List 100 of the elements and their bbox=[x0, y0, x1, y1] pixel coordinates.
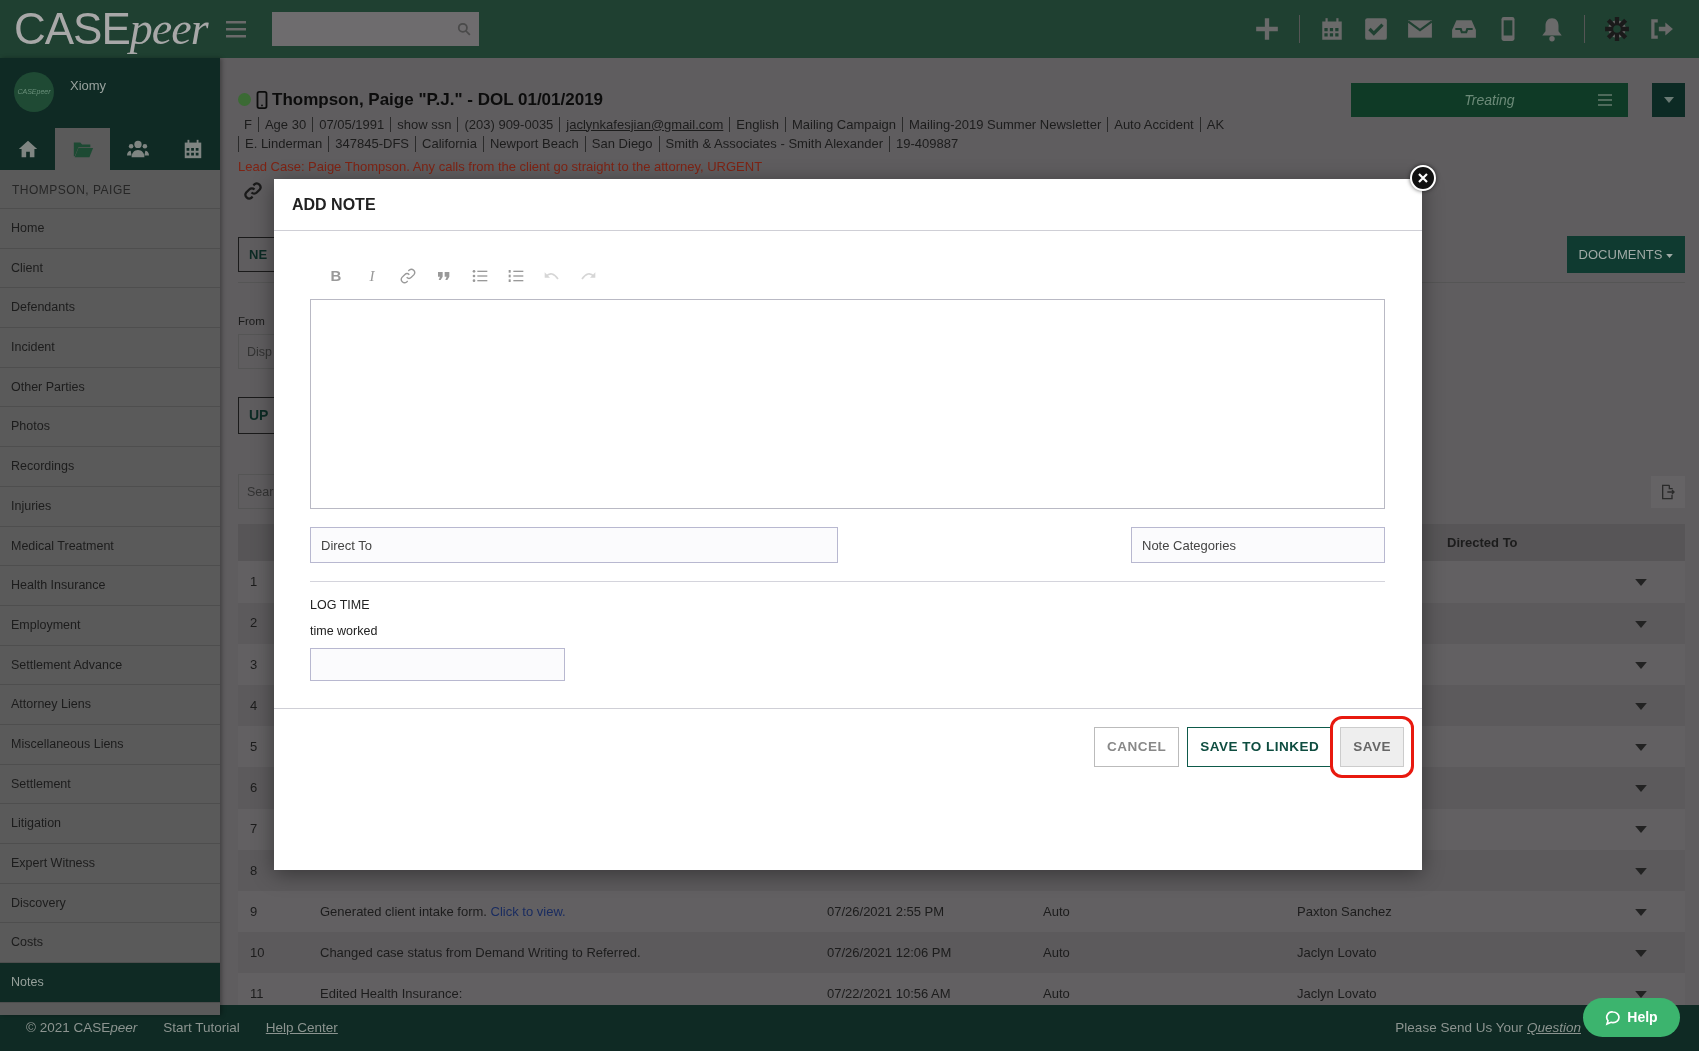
info-text: English bbox=[729, 116, 785, 133]
sidebar-item[interactable]: Employment bbox=[0, 605, 220, 646]
table-cell: Jaclyn Lovato bbox=[1297, 944, 1377, 960]
sidebar-item[interactable]: Attorney Liens bbox=[0, 685, 220, 725]
caret-icon[interactable] bbox=[1635, 744, 1647, 752]
search-field[interactable] bbox=[272, 12, 479, 46]
direct-to-field[interactable]: Direct To bbox=[310, 527, 838, 564]
row-number: 9 bbox=[249, 902, 259, 921]
numbered-list-icon bbox=[508, 268, 524, 285]
sidebar-item[interactable]: Health Insurance bbox=[0, 566, 220, 606]
row-number: 10 bbox=[249, 943, 266, 962]
row-number: 11 bbox=[249, 985, 265, 1004]
feedback-text: Please Send Us Your bbox=[1395, 1018, 1523, 1037]
caret-icon bbox=[1666, 253, 1673, 258]
redo-icon bbox=[580, 272, 596, 281]
link-icon bbox=[244, 182, 262, 201]
table-cell: 07/22/2021 10:56 AM bbox=[827, 986, 951, 1002]
bell-icon[interactable] bbox=[1539, 16, 1565, 42]
table-cell: 07/26/2021 2:55 PM bbox=[827, 903, 945, 919]
caret-icon[interactable] bbox=[1635, 908, 1647, 916]
table-cell: Changed case status from Demand Writing to Referred. bbox=[320, 944, 641, 960]
caret-icon[interactable] bbox=[1635, 826, 1647, 834]
close-button[interactable] bbox=[1410, 165, 1436, 191]
sidebar-item[interactable]: Notes bbox=[0, 963, 220, 1003]
info-text: California bbox=[415, 136, 483, 152]
case-title: Thompson, Paige "P.J." - DOL 01/01/2019 bbox=[272, 89, 604, 111]
logout-icon[interactable] bbox=[1648, 16, 1674, 42]
time-field[interactable] bbox=[310, 647, 565, 681]
view-link[interactable]: Click to view. bbox=[490, 903, 566, 919]
logo: CASEpeer bbox=[13, 6, 210, 52]
sidebar-item[interactable]: Recordings bbox=[0, 447, 220, 487]
status-button[interactable]: Treating bbox=[1351, 83, 1628, 117]
sidebar-item[interactable]: Miscellaneous Liens bbox=[0, 724, 220, 765]
sidebar-item[interactable]: Litigation bbox=[0, 804, 220, 844]
sidebar-item[interactable]: Medical Treatment bbox=[0, 526, 220, 567]
calendar-icon[interactable] bbox=[1319, 16, 1345, 42]
info-text: show ssn bbox=[390, 116, 458, 133]
info-text: 347845-DFS bbox=[328, 136, 416, 152]
info-text: Mailing-2019 Summer Newsletter bbox=[902, 116, 1108, 133]
phone-icon bbox=[256, 90, 268, 109]
bullet-list-icon bbox=[472, 268, 488, 285]
sidebar-item[interactable]: Expert Witness bbox=[0, 844, 220, 884]
sidebar-item[interactable]: Settlement Advance bbox=[0, 645, 220, 686]
sidebar-item[interactable]: Photos bbox=[0, 407, 220, 448]
info-text: San Diego bbox=[584, 136, 659, 152]
export-button[interactable] bbox=[1651, 475, 1685, 508]
info-text: F bbox=[243, 116, 253, 133]
bold-button[interactable]: B bbox=[318, 261, 354, 292]
footer-link[interactable]: Start Tutorial bbox=[163, 1017, 240, 1039]
sidebar-item[interactable]: Home bbox=[0, 209, 220, 249]
chat-icon bbox=[1605, 1009, 1622, 1026]
sidebar-item[interactable]: Incident bbox=[0, 328, 220, 368]
documents-button[interactable]: DOCUMENTS bbox=[1566, 236, 1685, 274]
feedback-link[interactable]: Question bbox=[1526, 1017, 1581, 1039]
search-icon[interactable] bbox=[457, 22, 471, 36]
cancel-button[interactable]: CANCEL bbox=[1093, 726, 1180, 767]
plus-icon[interactable] bbox=[1254, 16, 1280, 42]
sidebar-item[interactable]: Settlement bbox=[0, 764, 220, 805]
checkbox-icon[interactable] bbox=[1363, 16, 1389, 42]
user-name: Xiomy bbox=[70, 77, 107, 95]
table-cell: Auto bbox=[1043, 986, 1070, 1002]
save-button[interactable]: SAVE bbox=[1340, 726, 1404, 767]
people-icon bbox=[126, 138, 149, 160]
home-icon bbox=[16, 138, 39, 160]
caret-icon[interactable] bbox=[1635, 579, 1647, 587]
table-cell-text: Generated client intake form. bbox=[320, 903, 488, 919]
table-cell: Auto bbox=[1043, 903, 1070, 919]
info-text: Newport Beach bbox=[482, 136, 585, 152]
undo-icon bbox=[544, 272, 560, 281]
sidebar-item[interactable]: Client bbox=[0, 248, 220, 289]
italic-button[interactable]: I bbox=[354, 261, 390, 292]
row-number: 3 bbox=[249, 655, 259, 674]
info-text: Mailing Campaign bbox=[784, 116, 903, 133]
caret-icon[interactable] bbox=[1635, 661, 1647, 669]
sidebar-item[interactable]: Injuries bbox=[0, 486, 220, 527]
menu-icon[interactable] bbox=[226, 20, 246, 38]
row-number: 7 bbox=[249, 820, 259, 839]
status-dot bbox=[238, 93, 251, 107]
sidebar-item[interactable]: Discovery bbox=[0, 883, 220, 924]
save-to-linked-button[interactable]: SAVE TO LINKED bbox=[1187, 726, 1333, 767]
info-text: Age 30 bbox=[257, 116, 313, 133]
info-text: 19-409887 bbox=[889, 136, 965, 152]
link-icon bbox=[400, 268, 416, 285]
table-cell: Jaclyn Lovato bbox=[1297, 986, 1377, 1002]
info-text: Auto Accident bbox=[1107, 116, 1200, 133]
row-number: 8 bbox=[249, 861, 259, 880]
help-button[interactable]: Help bbox=[1583, 998, 1680, 1037]
email-link[interactable]: jaclynkafesjian@gmail.com bbox=[559, 116, 730, 133]
info-text: Smith & Associates - Smith Alexander bbox=[658, 136, 890, 152]
table-cell: Paxton Sanchez bbox=[1297, 903, 1392, 919]
info-text: 07/05/1991 bbox=[312, 116, 391, 133]
note-categories-field[interactable]: Note Categories bbox=[1131, 527, 1385, 564]
footer-link[interactable]: Help Center bbox=[265, 1017, 338, 1039]
sidebar-item[interactable]: Other Parties bbox=[0, 367, 220, 408]
copyright-text: © 2021 CASEpeer bbox=[26, 1018, 138, 1037]
info-text: AK bbox=[1199, 116, 1231, 133]
dropdown-button[interactable] bbox=[1652, 83, 1685, 117]
sidebar-item[interactable]: Defendants bbox=[0, 288, 220, 329]
settings-icon[interactable] bbox=[1604, 16, 1630, 42]
row-number: 1 bbox=[249, 573, 259, 592]
